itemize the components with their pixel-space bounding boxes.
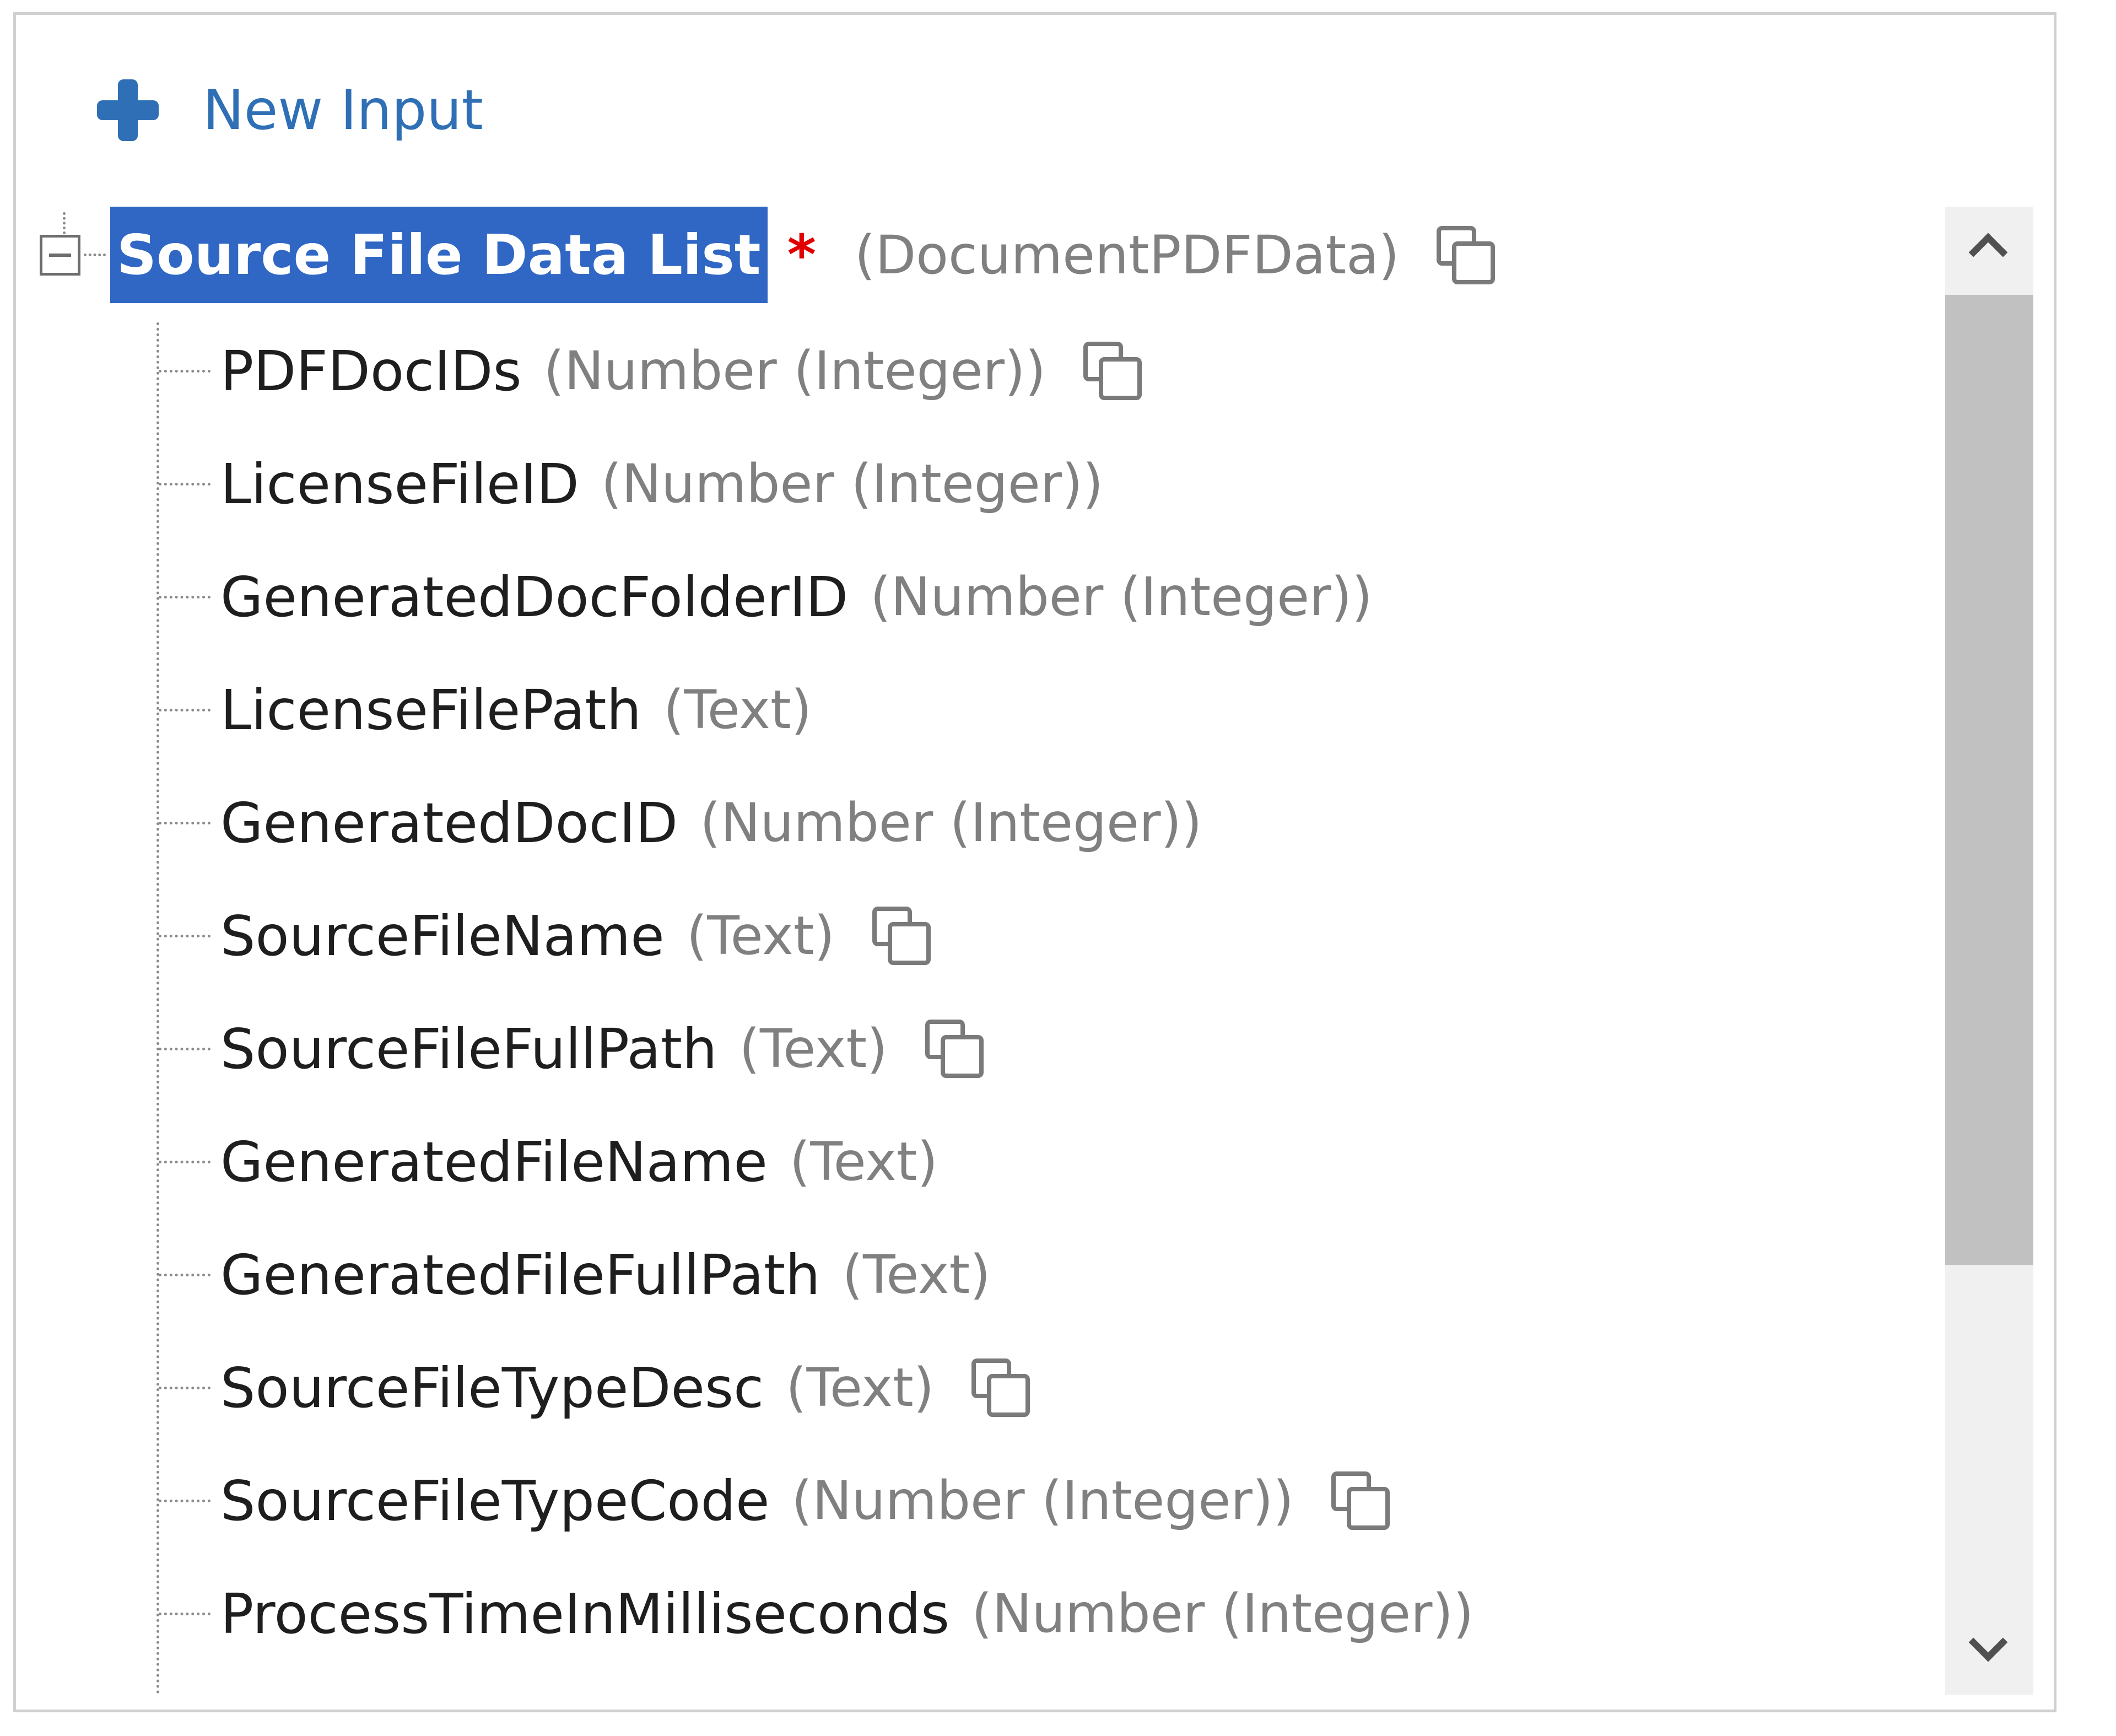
tree-connector-stub [159,708,210,711]
field-type: (Number (Integer)) [700,792,1202,854]
scrollbar-thumb[interactable] [1945,295,2033,1265]
field-name[interactable]: ProcessTimeInMilliseconds [220,1582,949,1646]
tree-connector-stub [159,1273,210,1276]
copy-icon[interactable] [1433,223,1498,288]
tree-connector-stub [159,1160,210,1163]
tree-connector-stub [159,369,210,373]
field-name[interactable]: GeneratedDocFolderID [220,565,848,629]
tree-item[interactable]: PDFDocIDs (Number (Integer)) [156,330,1145,412]
new-input-button[interactable]: New Input [97,77,483,143]
field-type: (Number (Integer)) [870,566,1373,628]
required-marker: * [787,223,816,287]
tree-connector-stub [159,482,210,486]
chevron-up-icon [1968,233,2008,272]
chevron-down-icon [1968,1622,2008,1662]
tree-item[interactable]: SourceFileTypeCode (Number (Integer)) [156,1459,1393,1542]
tree-connector-stub [159,1386,210,1389]
field-name[interactable]: LicenseFilePath [220,678,641,742]
tree-connector-stub [159,1612,210,1615]
vertical-scrollbar[interactable] [1945,207,2033,1695]
tree-item[interactable]: GeneratedFileName (Text) [156,1120,938,1203]
field-name[interactable]: GeneratedFileFullPath [220,1243,821,1307]
copy-icon[interactable] [968,1355,1033,1420]
tree-item[interactable]: GeneratedFileFullPath (Text) [156,1233,991,1316]
tree-item[interactable]: ProcessTimeInMilliseconds (Number (Intege… [156,1572,1473,1655]
field-name[interactable]: SourceFileTypeCode [220,1469,769,1533]
tree-item[interactable]: LicenseFileID (Number (Integer)) [156,443,1103,525]
tree-root-label[interactable]: Source File Data List [110,207,768,303]
field-name[interactable]: SourceFileFullPath [220,1017,717,1081]
copy-icon[interactable] [1080,338,1145,403]
copy-icon[interactable] [1328,1468,1393,1533]
tree-item[interactable]: LicenseFilePath (Text) [156,668,812,751]
field-type: (Number (Integer)) [791,1470,1294,1532]
tree-connector-stub [84,254,106,256]
field-type: (Number (Integer)) [543,340,1046,402]
tree-root-type: (DocumentPDFData) [854,224,1400,286]
field-type: (Number (Integer)) [601,453,1104,515]
tree-root-row[interactable]: Source File Data List * (DocumentPDFData… [40,207,1498,303]
tree-item[interactable]: SourceFileName (Text) [156,894,934,977]
collapse-icon[interactable] [40,234,80,276]
field-type: (Number (Integer)) [971,1583,1474,1645]
field-name[interactable]: SourceFileName [220,904,665,968]
tree-item[interactable]: SourceFileTypeDesc (Text) [156,1346,1033,1429]
field-type: (Text) [739,1018,888,1080]
copy-icon[interactable] [922,1016,987,1081]
field-name[interactable]: GeneratedDocID [220,791,678,855]
plus-icon [97,79,159,141]
tree-item[interactable]: GeneratedDocFolderID (Number (Integer)) [156,556,1373,638]
scroll-up-button[interactable] [1945,207,2033,289]
tree-item[interactable]: GeneratedDocID (Number (Integer)) [156,781,1202,864]
field-name[interactable]: PDFDocIDs [220,339,522,403]
field-name[interactable]: LicenseFileID [220,452,579,516]
tree-connector-stub [159,1499,210,1502]
tree-connector-stub [159,595,210,599]
tree-connector-stub [159,821,210,824]
tree-connector-stub [159,934,210,937]
field-type: (Text) [789,1131,938,1193]
field-name[interactable]: SourceFileTypeDesc [220,1356,764,1420]
new-input-label: New Input [203,78,483,142]
tree-item[interactable]: SourceFileFullPath (Text) [156,1007,987,1090]
field-type: (Text) [786,1357,935,1419]
field-type: (Text) [686,905,835,967]
scroll-down-button[interactable] [1945,1612,2033,1695]
copy-icon[interactable] [869,903,934,968]
tree-connector-stub [159,1047,210,1050]
field-type: (Text) [842,1244,991,1306]
field-name[interactable]: GeneratedFileName [220,1130,768,1194]
field-type: (Text) [663,679,812,741]
